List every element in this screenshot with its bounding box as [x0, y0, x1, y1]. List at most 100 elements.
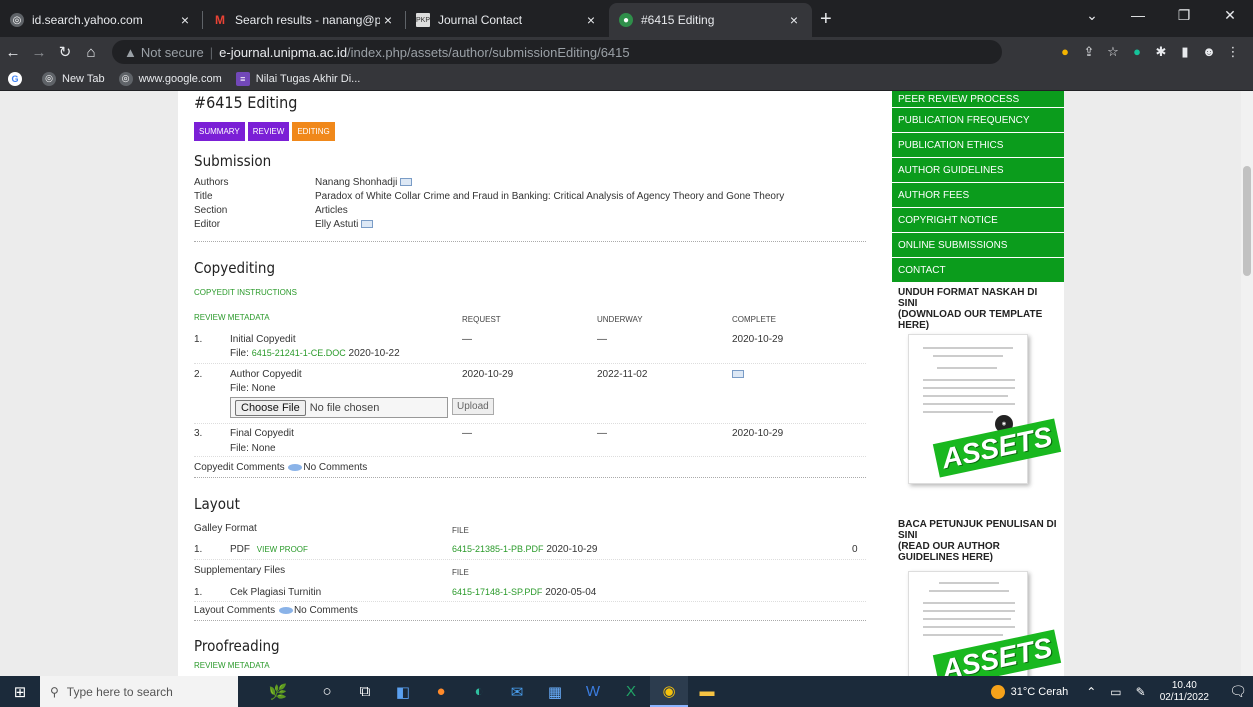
- layout-comments[interactable]: Layout Comments No Comments: [194, 605, 358, 616]
- grammarly-icon[interactable]: ●: [1125, 44, 1149, 60]
- close-tab-icon[interactable]: ×: [380, 12, 396, 28]
- address-bar[interactable]: ▲ Not secure | e-journal.unipma.ac.id /i…: [112, 40, 1002, 64]
- sidebar-item-publication-frequency[interactable]: PUBLICATION FREQUENCY: [892, 108, 1064, 133]
- no-file-chosen: No file chosen: [309, 401, 380, 414]
- proofreading-review-metadata-link[interactable]: REVIEW METADATA: [194, 661, 270, 670]
- galley-views-count: 0: [852, 544, 858, 555]
- sidebar-item-contact[interactable]: CONTACT: [892, 258, 1064, 283]
- show-hidden-icons-chevron[interactable]: ⌃: [1086, 685, 1096, 699]
- journal-icon: ●: [619, 13, 633, 27]
- copyedit-instructions-link[interactable]: COPYEDIT INSTRUCTIONS: [194, 288, 297, 297]
- choose-file-button[interactable]: Choose File: [235, 399, 306, 416]
- bookmark-google[interactable]: ◎ www.google.com: [118, 71, 222, 86]
- close-window-icon[interactable]: ✕: [1207, 0, 1253, 30]
- globe-icon: ◎: [42, 71, 56, 86]
- galley-file-link[interactable]: 6415-21385-1-PB.PDF: [452, 544, 544, 554]
- word-icon[interactable]: W: [574, 676, 612, 707]
- col-complete: COMPLETE: [732, 315, 777, 324]
- sidebar-item-author-fees[interactable]: AUTHOR FEES: [892, 183, 1064, 208]
- sidebar-item-online-submissions[interactable]: ONLINE SUBMISSIONS: [892, 233, 1064, 258]
- battery-icon[interactable]: ▭: [1110, 685, 1121, 699]
- bookmark-new-tab[interactable]: ◎ New Tab: [42, 71, 105, 86]
- tab-editing[interactable]: EDITING: [292, 122, 335, 141]
- reload-icon[interactable]: ↻: [52, 43, 78, 61]
- tab-review[interactable]: REVIEW: [247, 122, 290, 141]
- tab-title: Journal Contact: [438, 13, 523, 27]
- mail-icon[interactable]: ✉: [498, 676, 536, 707]
- email-envelope-icon[interactable]: [732, 370, 744, 379]
- view-proof-link[interactable]: VIEW PROOF: [257, 545, 308, 554]
- bookmark-nilai-tugas[interactable]: ≡ Nilai Tugas Akhir Di...: [235, 71, 360, 86]
- proofreading-heading: Proofreading: [194, 637, 280, 655]
- supp-file-link[interactable]: 6415-17148-1-SP.PDF: [452, 587, 542, 597]
- tab-journal-contact[interactable]: PKP Journal Contact ×: [406, 3, 609, 37]
- profile-avatar-icon[interactable]: ☻: [1197, 44, 1221, 60]
- close-tab-icon[interactable]: ×: [583, 12, 599, 28]
- search-placeholder: Type here to search: [66, 684, 173, 699]
- sidebar-item-author-guidelines[interactable]: AUTHOR GUIDELINES: [892, 158, 1064, 183]
- sidebar-item-publication-ethics[interactable]: PUBLICATION ETHICS: [892, 133, 1064, 158]
- warning-triangle-icon[interactable]: ▲: [124, 45, 137, 60]
- weather-widget[interactable]: 31°C Cerah: [990, 684, 1068, 699]
- windows-start-icon[interactable]: ⊞: [0, 683, 40, 701]
- tab-search-chevron-icon[interactable]: ⌄: [1069, 0, 1115, 30]
- app-icon[interactable]: ◧: [384, 676, 422, 707]
- close-tab-icon[interactable]: ×: [177, 12, 193, 28]
- copyedit-comments[interactable]: Copyedit Comments No Comments: [194, 462, 367, 473]
- scrollbar-thumb[interactable]: [1243, 166, 1251, 276]
- security-status[interactable]: Not secure: [141, 45, 204, 60]
- share-icon[interactable]: ⇪: [1077, 44, 1101, 60]
- kebab-menu-icon[interactable]: ⋮: [1221, 44, 1245, 60]
- sidebar-item-peer-review[interactable]: PEER REVIEW PROCESS: [892, 91, 1064, 108]
- email-envelope-icon[interactable]: [361, 220, 374, 229]
- taskbar-search[interactable]: ⚲ Type here to search: [40, 676, 238, 707]
- initial-file-link[interactable]: 6415-21241-1-CE.DOC: [252, 348, 346, 358]
- upload-button[interactable]: Upload: [452, 398, 494, 415]
- page-scrollbar[interactable]: [1241, 91, 1253, 676]
- clock[interactable]: 10.40 02/11/2022: [1160, 680, 1209, 704]
- google-apps-icon[interactable]: G: [8, 71, 28, 86]
- review-metadata-link[interactable]: REVIEW METADATA: [194, 313, 270, 322]
- pen-icon[interactable]: ✎: [1136, 685, 1146, 699]
- title-value: Paradox of White Collar Crime and Fraud …: [315, 191, 785, 202]
- file-explorer-icon[interactable]: ▬: [688, 676, 726, 707]
- comment-bubble-icon[interactable]: [288, 463, 303, 471]
- firefox-icon[interactable]: ●: [422, 676, 460, 707]
- extensions-puzzle-icon[interactable]: ✱: [1149, 44, 1173, 60]
- forward-arrow-icon[interactable]: →: [26, 44, 52, 61]
- bookmark-star-icon[interactable]: ☆: [1101, 44, 1125, 60]
- back-arrow-icon[interactable]: ←: [0, 44, 26, 61]
- tab-title: id.search.yahoo.com: [32, 13, 143, 27]
- comment-bubble-icon[interactable]: [278, 606, 293, 614]
- new-tab-plus-icon[interactable]: +: [820, 8, 832, 31]
- sidebar-item-copyright-notice[interactable]: COPYRIGHT NOTICE: [892, 208, 1064, 233]
- news-widget-icon[interactable]: 🌿: [248, 676, 308, 707]
- side-panel-icon[interactable]: ▮: [1173, 44, 1197, 60]
- tab-summary[interactable]: SUMMARY: [194, 122, 245, 141]
- google-lens-icon[interactable]: ●: [1053, 44, 1077, 60]
- email-envelope-icon[interactable]: [400, 178, 413, 187]
- divider: [194, 477, 866, 478]
- tab-yahoo[interactable]: ◎ id.search.yahoo.com ×: [0, 3, 203, 37]
- template-cover-image[interactable]: ◉ ASSETS: [908, 334, 1062, 484]
- tab-submission-editing[interactable]: ● #6415 Editing ×: [609, 3, 812, 37]
- chrome-icon[interactable]: ◉: [650, 676, 688, 707]
- edge-icon[interactable]: ◐: [460, 676, 498, 707]
- initial-file-row: File: 6415-21241-1-CE.DOC 2020-10-22: [230, 348, 400, 359]
- maximize-icon[interactable]: ❐: [1161, 0, 1207, 30]
- web-page: #6415 Editing SUMMARY REVIEW EDITING Sub…: [0, 91, 1241, 676]
- close-tab-icon[interactable]: ×: [786, 12, 802, 28]
- tab-gmail[interactable]: M Search results - nanang@perban... ×: [203, 3, 406, 37]
- calculator-icon[interactable]: ▦: [536, 676, 574, 707]
- notification-icon[interactable]: 🗨: [1223, 683, 1253, 700]
- cortana-circle-icon[interactable]: ○: [308, 676, 346, 707]
- col-underway: UNDERWAY: [597, 315, 643, 324]
- excel-icon[interactable]: X: [612, 676, 650, 707]
- col-file: FILE: [452, 526, 469, 535]
- minimize-icon[interactable]: —: [1115, 0, 1161, 30]
- guidelines-cover-image[interactable]: ASSETS: [908, 571, 1062, 676]
- task-view-icon[interactable]: ⧉: [346, 676, 384, 707]
- home-icon[interactable]: ⌂: [78, 44, 104, 61]
- file-input[interactable]: Choose File No file chosen: [230, 397, 448, 418]
- title-label: Title: [194, 191, 213, 202]
